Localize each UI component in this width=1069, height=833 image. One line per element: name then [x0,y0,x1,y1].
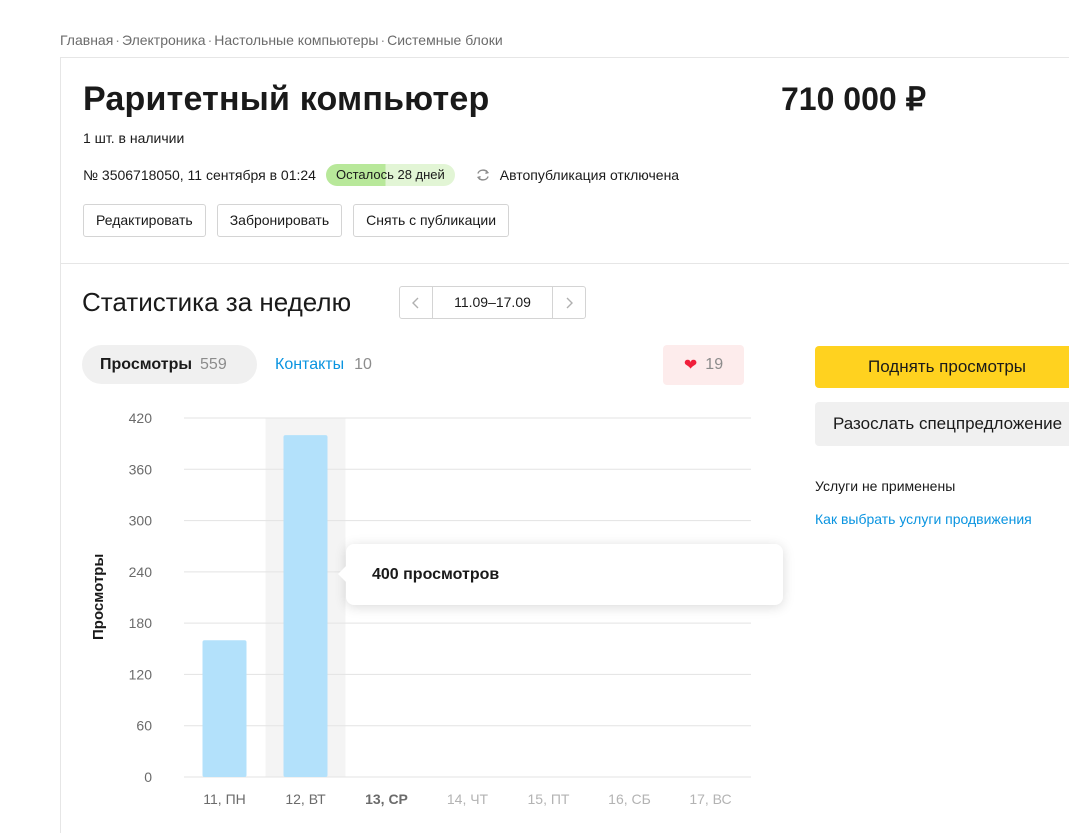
favorites-count: 19 [705,356,724,373]
breadcrumb-item-desktops[interactable]: Настольные компьютеры [214,32,378,48]
chart-x-tick-label: 15, ПТ [528,791,570,807]
stock-info: 1 шт. в наличии [83,130,185,146]
tab-views[interactable]: Просмотры 559 [82,345,257,384]
listing-title: Раритетный компьютер [83,80,490,118]
chart-x-tick-label: 13, СР [365,791,408,807]
breadcrumb-item-electronics[interactable]: Электроника [122,32,206,48]
autopublish-status[interactable]: Автопубликация отключена [475,167,679,183]
views-bar-chart: 0 60 120 180 240 300 360 420 11, ПН 12, ВТ 13, СР 1… [129,410,751,807]
tab-contacts[interactable]: Контакты 10 [275,345,372,384]
chart-bar [283,435,328,777]
services-help-link[interactable]: Как выбрать услуги продвижения [815,511,1032,527]
listing-number-date: № 3506718050, 11 сентября в 01:24 [83,167,316,183]
refresh-icon [475,167,491,183]
breadcrumb-separator: · [115,32,120,48]
chart-y-tick-label: 60 [136,718,152,734]
date-range-value[interactable]: 11.09–17.09 [432,287,553,318]
tab-views-label: Просмотры [100,355,193,373]
chart-y-tick-label: 120 [129,666,153,682]
services-status: Услуги не применены [815,478,956,494]
chart-x-tick-label: 12, ВТ [285,791,326,807]
chart-y-tick-label: 240 [129,564,153,580]
listing-actions: Редактировать Забронировать Снять с публ… [83,204,520,237]
unpublish-button[interactable]: Снять с публикации [353,204,510,237]
chart-x-tick-label: 14, ЧТ [447,791,489,807]
chart-y-tick-label: 0 [144,769,152,785]
tab-contacts-label: Контакты [275,355,345,373]
edit-button[interactable]: Редактировать [83,204,206,237]
breadcrumb-item-home[interactable]: Главная [60,32,113,48]
chart-y-tick-label: 180 [129,615,153,631]
chevron-right-icon[interactable] [553,287,585,318]
breadcrumb-separator: · [380,32,386,48]
send-special-offer-button[interactable]: Разослать спецпредложение [815,402,1069,446]
chart-bar [202,640,247,777]
chart-y-tick-label: 300 [129,513,153,529]
card-divider [60,263,1069,264]
chart-y-tick-label: 360 [129,461,153,477]
chevron-left-icon[interactable] [400,287,432,318]
autopublish-label: Автопубликация отключена [499,167,680,183]
reserve-button[interactable]: Забронировать [216,204,343,237]
listing-price: 710 000 ₽ [781,81,926,117]
tab-contacts-count: 10 [354,355,372,373]
date-range-picker: 11.09–17.09 [399,286,586,319]
listing-meta: № 3506718050, 11 сентября в 01:24 Остало… [83,164,679,186]
favorites-counter: ❤ 19 [663,345,744,385]
chart-x-tick-label: 11, ПН [203,791,246,807]
heart-icon: ❤ [683,357,698,374]
chart-y-tick-label: 420 [129,410,153,426]
breadcrumb-separator: · [207,32,213,48]
chart-x-tick-label: 17, ВС [689,791,731,807]
breadcrumb-item-system-units[interactable]: Системные блоки [387,32,503,48]
remaining-days-badge: Осталось 28 дней [325,164,455,186]
chart-x-tick-label: 16, СБ [608,791,651,807]
tab-views-count: 559 [200,355,227,373]
promote-views-button[interactable]: Поднять просмотры [815,346,1069,388]
chart-tooltip: 400 просмотров [338,544,783,605]
breadcrumb: Главная · Электроника · Настольные компьютер… [60,32,503,48]
stats-title: Статистика за неделю [82,287,352,317]
